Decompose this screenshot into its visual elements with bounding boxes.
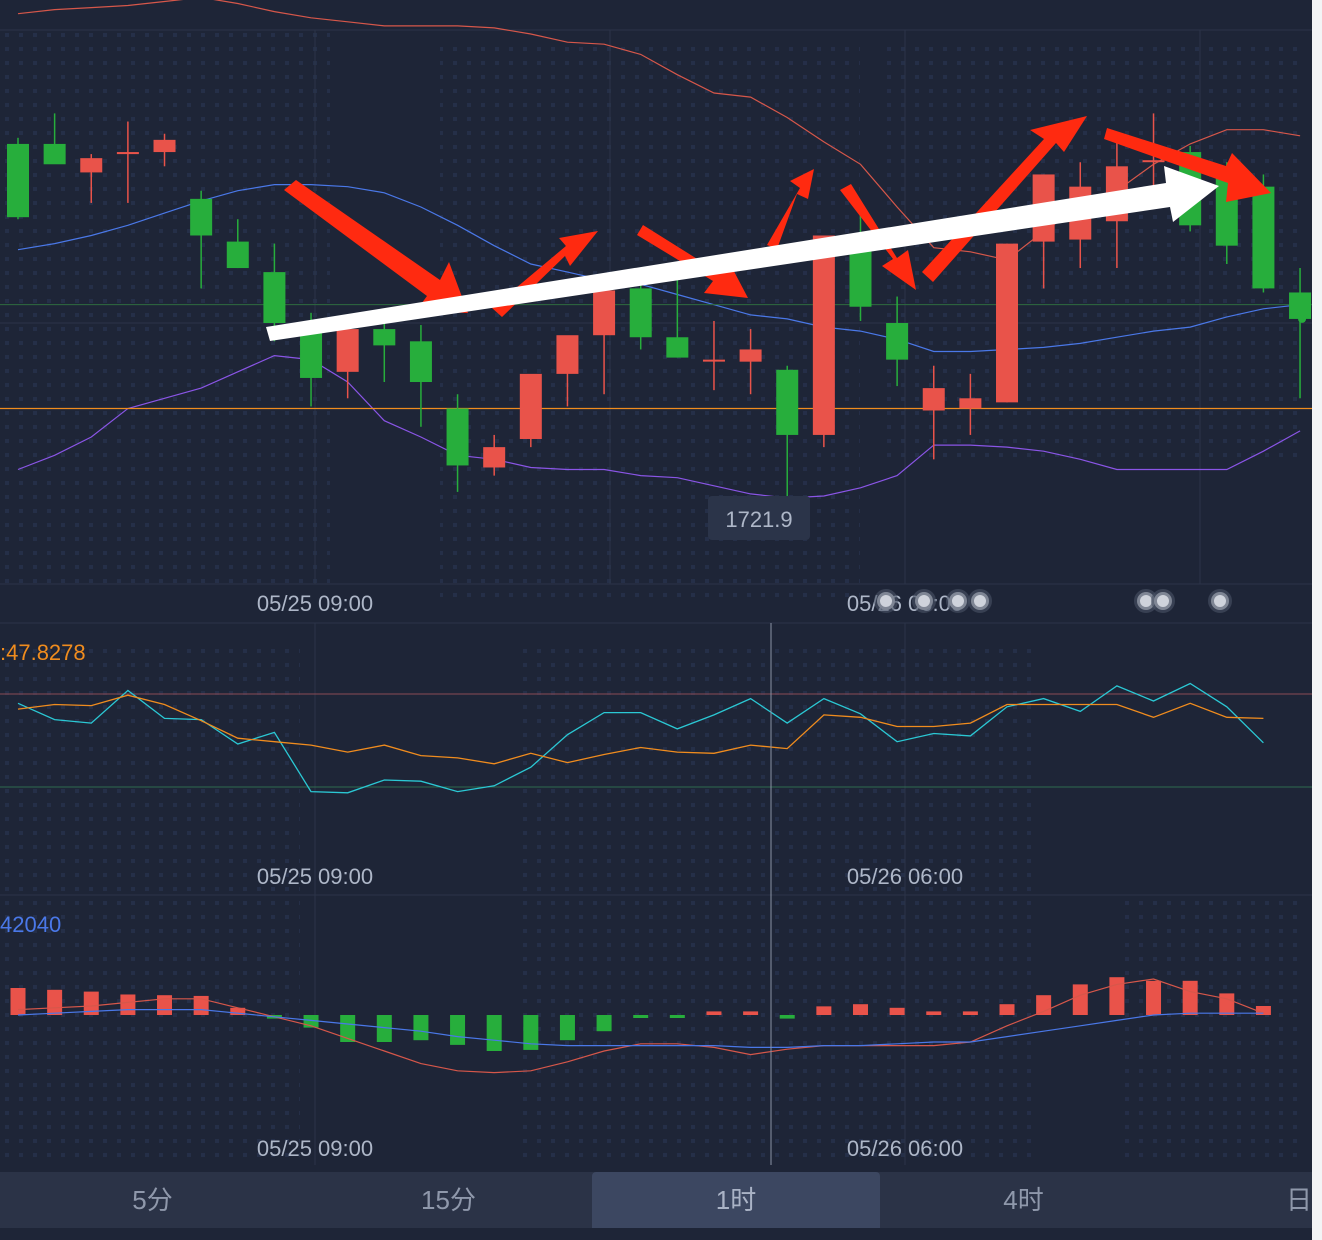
candle-body (43, 143, 66, 165)
macd-histogram-bar (596, 1015, 612, 1032)
candle-body (1289, 292, 1312, 319)
candle-body (593, 290, 616, 336)
macd-histogram-bar (120, 994, 136, 1015)
candle-body (373, 329, 396, 346)
event-dot-icon (912, 589, 936, 613)
macd-histogram-bar (669, 1015, 685, 1018)
tab-day[interactable]: 日 (1167, 1172, 1312, 1228)
macd-histogram-bar (523, 1015, 539, 1050)
candle-body (226, 241, 249, 269)
macd-histogram-bar (450, 1015, 466, 1045)
candle-body (666, 337, 689, 358)
macd-histogram-bar (486, 1015, 502, 1051)
x-tick-label: 05/26 06:00 (847, 591, 963, 616)
candle-body (1142, 160, 1165, 163)
low-price-tooltip: 1721.9 (708, 496, 810, 540)
candle-body (263, 272, 286, 323)
chart-canvas[interactable]: 1721.9 05/25 09:00 05/26 06:00 05/25 09:… (0, 0, 1322, 1240)
x-tick-label: 05/25 09:00 (257, 1136, 373, 1161)
candle-body (812, 235, 835, 435)
event-dot-icon (874, 589, 898, 613)
macd-histogram-bar (852, 1004, 868, 1015)
tab-5min[interactable]: 5分 (0, 1172, 305, 1228)
event-dot-icon (946, 589, 970, 613)
candle-body (80, 158, 103, 173)
candle-body (483, 447, 506, 468)
candle-body (519, 373, 542, 439)
timeframe-bar: 5分 15分 1时 4时 日 (0, 1172, 1312, 1228)
macd-histogram-bar (157, 995, 173, 1015)
macd-histogram-bar (1219, 993, 1235, 1015)
event-dot-icon (1151, 589, 1175, 613)
rsi-value-label: :47.8278 (0, 640, 86, 665)
event-dot-icon (968, 589, 992, 613)
right-edge-strip (1312, 0, 1322, 1240)
macd-histogram-bar (633, 1015, 649, 1018)
candle-body (922, 388, 945, 411)
x-tick-label: 05/26 06:00 (847, 864, 963, 889)
macd-histogram-bar (889, 1007, 905, 1015)
tab-1hour[interactable]: 1时 (592, 1172, 880, 1228)
tab-15min[interactable]: 15分 (305, 1172, 592, 1228)
candle-body (153, 139, 176, 153)
macd-histogram-bar (1072, 984, 1088, 1015)
candle-body (996, 243, 1019, 403)
x-tick-label: 05/26 06:00 (847, 1136, 963, 1161)
macd-histogram-bar (926, 1011, 942, 1015)
macd-histogram-bar (1036, 995, 1052, 1015)
candle-body (1252, 186, 1275, 289)
candle-body (7, 143, 29, 218)
tab-4hour[interactable]: 4时 (880, 1172, 1167, 1228)
macd-histogram-bar (1109, 977, 1125, 1015)
macd-histogram-bar (47, 989, 63, 1015)
macd-histogram-bar (1182, 980, 1198, 1015)
candle-body (776, 369, 799, 435)
x-tick-label: 05/25 09:00 (257, 591, 373, 616)
candle-body (702, 359, 725, 362)
macd-histogram-bar (779, 1015, 795, 1019)
candle-body (886, 323, 909, 360)
candle-body (446, 408, 469, 466)
candle-body (556, 335, 579, 374)
macd-histogram-bar (559, 1015, 575, 1041)
event-dot-icon (1208, 589, 1232, 613)
macd-histogram-bar (706, 1011, 722, 1015)
last-price-dot (1298, 314, 1307, 323)
candle-body (336, 329, 359, 372)
macd-histogram-bar (999, 1004, 1015, 1015)
macd-histogram-bar (816, 1006, 832, 1015)
macd-histogram-bar (743, 1011, 759, 1015)
macd-histogram-bar (413, 1015, 429, 1041)
candle-body (116, 152, 139, 155)
macd-histogram-bar (10, 988, 26, 1015)
candle-body (629, 288, 652, 338)
candle-body (300, 329, 323, 378)
macd-value-label: 42040 (0, 912, 61, 937)
candle-body (739, 349, 762, 362)
low-price-value: 1721.9 (725, 507, 792, 532)
candle-body (190, 198, 213, 236)
x-tick-label: 05/25 09:00 (257, 864, 373, 889)
candle-body (409, 341, 432, 383)
macd-histogram-bar (1146, 980, 1162, 1015)
candle-body (959, 398, 982, 409)
macd-histogram-bar (962, 1011, 978, 1015)
